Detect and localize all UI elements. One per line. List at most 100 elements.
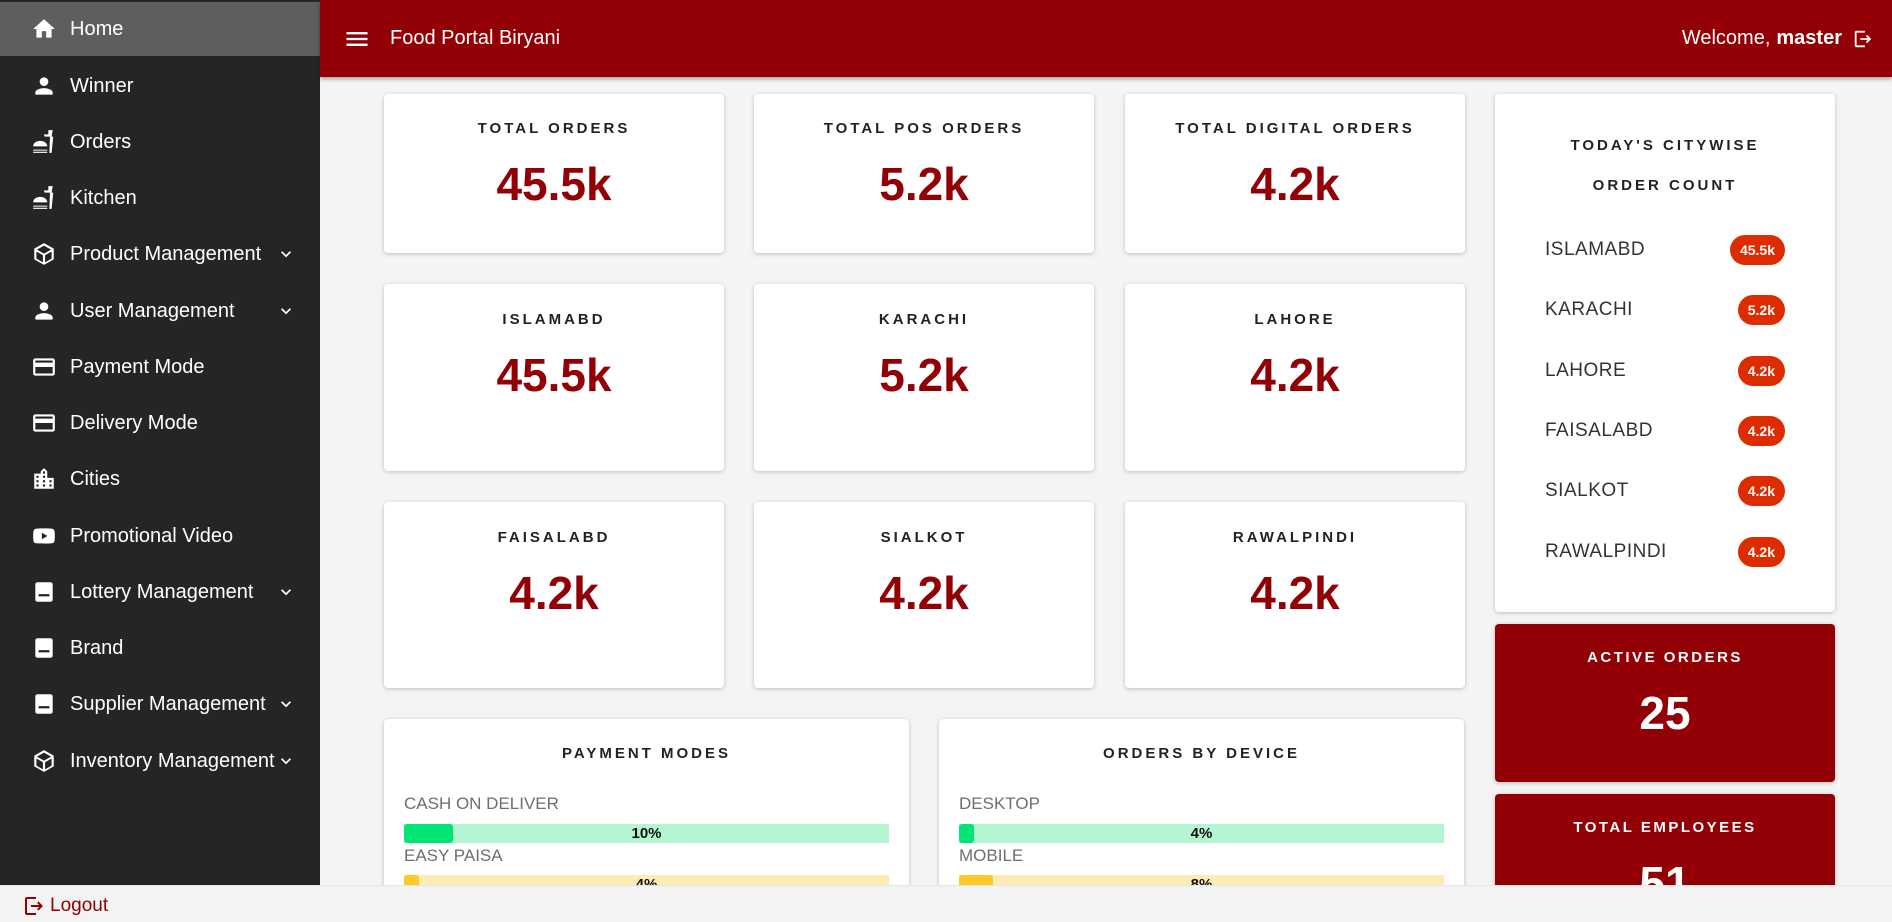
box-icon <box>30 578 58 606</box>
sidebar-item-promotional-video[interactable]: Promotional Video <box>0 509 320 563</box>
list-item: FAISALABD 4.2k <box>1545 416 1785 446</box>
city-card-islamabd: ISLAMABD 45.5k <box>384 284 724 471</box>
city-value: 4.2k <box>509 567 599 619</box>
citywise-order-card: TODAY'S CITYWISE ORDER COUNT ISLAMABD 45… <box>1495 94 1835 612</box>
chevron-down-icon[interactable] <box>276 751 296 771</box>
chevron-down-icon[interactable] <box>276 301 296 321</box>
city-title: LAHORE <box>1254 311 1336 328</box>
sidebar-item-label: Brand <box>70 636 124 659</box>
sidebar-item-label: Cities <box>70 467 121 490</box>
sidebar-item-inventory-management[interactable]: Inventory Management <box>0 734 320 788</box>
city-title: ISLAMABD <box>502 311 606 328</box>
box-icon <box>30 634 58 662</box>
list-item: KARACHI 5.2k <box>1545 295 1785 325</box>
footer: Logout <box>0 885 1892 922</box>
active-orders-card: ACTIVE ORDERS 25 <box>1495 624 1835 782</box>
city-value: 4.2k <box>1250 349 1340 401</box>
orders-by-device-title: ORDERS BY DEVICE <box>1103 745 1300 762</box>
count-badge: 4.2k <box>1737 356 1785 386</box>
city-name: LAHORE <box>1545 360 1627 381</box>
food-icon <box>30 128 58 156</box>
welcome-text: Welcome, master <box>1682 27 1842 50</box>
sidebar-item-label: Delivery Mode <box>70 411 198 434</box>
sidebar-item-label: Promotional Video <box>70 524 234 547</box>
chevron-down-icon[interactable] <box>276 244 296 264</box>
sidebar: Home Winner Orders Kitchen Product Manag… <box>0 0 320 885</box>
logout-label: Logout <box>50 895 109 916</box>
sidebar-item-brand[interactable]: Brand <box>0 621 320 675</box>
progress-text: 10% <box>631 825 662 842</box>
city-card-faisalabd: FAISALABD 4.2k <box>384 502 724 688</box>
sidebar-item-label: Payment Mode <box>70 355 205 378</box>
city-value: 4.2k <box>879 567 969 619</box>
sidebar-item-home[interactable]: Home <box>0 2 320 56</box>
citywise-title: TODAY'S CITYWISE ORDER COUNT <box>1570 137 1760 194</box>
city-card-rawalpindi: RAWALPINDI 4.2k <box>1125 502 1465 688</box>
list-item: LAHORE 4.2k <box>1545 356 1785 386</box>
card-icon <box>30 353 58 381</box>
sidebar-item-label: Lottery Management <box>70 580 254 603</box>
sidebar-item-delivery-mode[interactable]: Delivery Mode <box>0 396 320 450</box>
stat-card-total-digital-orders: TOTAL DIGITAL ORDERS 4.2k <box>1125 94 1465 253</box>
chevron-down-icon[interactable] <box>276 582 296 602</box>
stat-card-total-orders: TOTAL ORDERS 45.5k <box>384 94 724 253</box>
cube-icon <box>30 747 58 775</box>
count-badge: 45.5k <box>1729 235 1785 265</box>
stat-value: 5.2k <box>879 158 969 210</box>
stat-card-total-pos-orders: TOTAL POS ORDERS 5.2k <box>754 94 1094 253</box>
sidebar-item-supplier-management[interactable]: Supplier Management <box>0 677 320 731</box>
logout-icon[interactable] <box>1852 28 1874 50</box>
stat-value: 45.5k <box>496 158 612 210</box>
home-icon <box>30 15 58 43</box>
city-name: FAISALABD <box>1545 420 1653 441</box>
sidebar-item-product-management[interactable]: Product Management <box>0 227 320 281</box>
sidebar-item-label: Inventory Management <box>70 749 275 772</box>
city-title: SIALKOT <box>880 529 968 546</box>
sidebar-item-label: User Management <box>70 299 235 322</box>
sidebar-item-label: Home <box>70 17 124 40</box>
logout-link[interactable]: Logout <box>22 894 108 918</box>
sidebar-item-winner[interactable]: Winner <box>0 59 320 113</box>
person-icon <box>30 72 58 100</box>
welcome-prefix: Welcome, <box>1681 27 1771 49</box>
progress-label: EASY PAISA <box>404 846 503 865</box>
city-card-lahore: LAHORE 4.2k <box>1125 284 1465 471</box>
sidebar-item-label: Supplier Management <box>70 692 266 715</box>
progress-bar-cash-on-deliver: 10% <box>404 824 889 843</box>
list-item: SIALKOT 4.2k <box>1545 476 1785 506</box>
sidebar-item-user-management[interactable]: User Management <box>0 284 320 338</box>
sidebar-item-cities[interactable]: Cities <box>0 452 320 506</box>
sidebar-item-kitchen[interactable]: Kitchen <box>0 171 320 225</box>
progress-label: MOBILE <box>959 846 1024 865</box>
city-value: 4.2k <box>1250 567 1340 619</box>
stat-title: TOTAL DIGITAL ORDERS <box>1175 120 1415 137</box>
app-title: Food Portal Biryani <box>390 27 561 49</box>
active-orders-value: 25 <box>1639 687 1691 739</box>
city-name: RAWALPINDI <box>1545 541 1667 562</box>
sidebar-item-payment-mode[interactable]: Payment Mode <box>0 340 320 394</box>
sidebar-item-label: Orders <box>70 130 132 153</box>
box-icon <box>30 690 58 718</box>
sidebar-item-orders[interactable]: Orders <box>0 115 320 169</box>
city-name: SIALKOT <box>1545 480 1629 501</box>
city-name: ISLAMABD <box>1545 239 1646 260</box>
list-item: ISLAMABD 45.5k <box>1545 235 1785 265</box>
city-title: KARACHI <box>878 311 970 328</box>
sidebar-item-lottery-management[interactable]: Lottery Management <box>0 565 320 619</box>
stat-title: TOTAL POS ORDERS <box>823 120 1025 137</box>
stat-value: 4.2k <box>1250 158 1340 210</box>
city-title: FAISALABD <box>497 529 611 546</box>
city-name: KARACHI <box>1545 299 1633 320</box>
payment-modes-title: PAYMENT MODES <box>561 745 732 762</box>
person-icon <box>30 297 58 325</box>
city-card-sialkot: SIALKOT 4.2k <box>754 502 1094 688</box>
city-card-karachi: KARACHI 5.2k <box>754 284 1094 471</box>
youtube-icon <box>30 522 58 550</box>
menu-icon[interactable] <box>342 24 372 54</box>
food-icon <box>30 184 58 212</box>
chevron-down-icon[interactable] <box>276 694 296 714</box>
progress-label: DESKTOP <box>959 794 1040 813</box>
sidebar-item-label: Product Management <box>70 242 262 265</box>
list-item: RAWALPINDI 4.2k <box>1545 537 1785 567</box>
total-employees-title: TOTAL EMPLOYEES <box>1573 819 1757 836</box>
